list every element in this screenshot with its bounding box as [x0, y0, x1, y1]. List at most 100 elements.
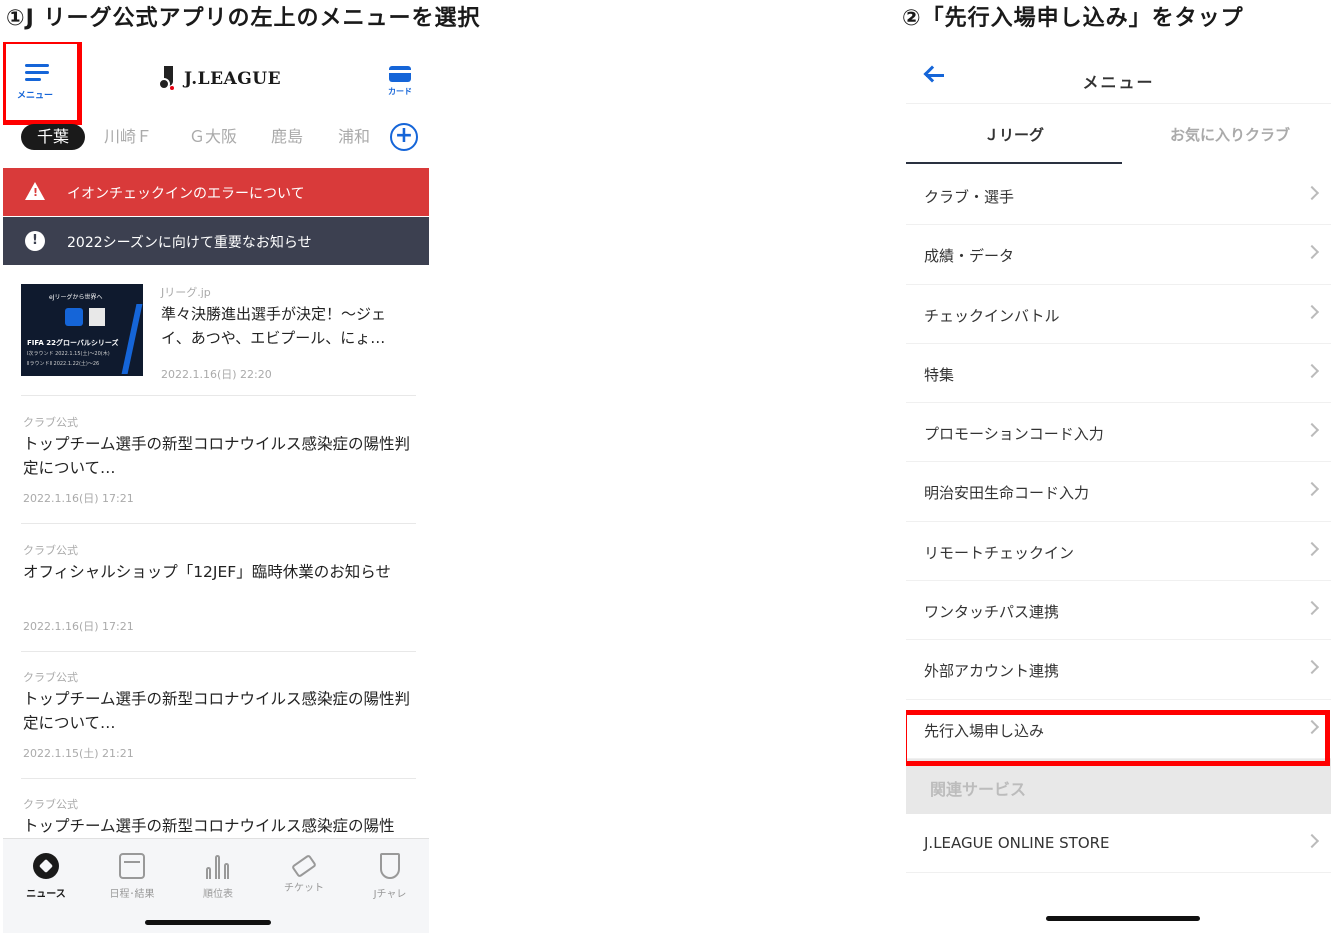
- alert-notice-text: 2022シーズンに向けて重要なお知らせ: [67, 235, 312, 251]
- nav-label: 順位表: [203, 889, 233, 900]
- highlight-box: [3, 42, 82, 125]
- news-source: クラブ公式: [23, 544, 78, 557]
- app-header: メニュー J.LEAGUE カード: [3, 42, 429, 125]
- nav-label: チケット: [284, 883, 324, 894]
- page-title: メニュー: [1082, 73, 1155, 92]
- menu-item-checkin-battle[interactable]: チェックインバトル: [906, 285, 1331, 344]
- tab-indicator: [906, 162, 1122, 164]
- news-screen: メニュー J.LEAGUE カード 千葉 川崎Ｆ Ｇ大阪 鹿島 浦和 + イオン…: [3, 42, 429, 933]
- jleague-logo: J.LEAGUE: [158, 66, 281, 92]
- nav-schedule[interactable]: 日程･結果: [97, 853, 167, 900]
- alert-error[interactable]: イオンチェックインのエラーについて: [3, 168, 429, 216]
- soccer-ball-icon: [33, 853, 59, 879]
- menu-item-meiji-code[interactable]: 明治安田生命コード入力: [906, 462, 1331, 522]
- menu-item-promo-code[interactable]: プロモーションコード入力: [906, 403, 1331, 463]
- logo-text: J.LEAGUE: [184, 69, 282, 89]
- add-club-button[interactable]: +: [390, 123, 418, 151]
- menu-item-label: 成績・データ: [924, 247, 1015, 266]
- chevron-right-icon: [1304, 660, 1320, 675]
- chevron-right-icon: [1304, 185, 1320, 201]
- chevron-right-icon: [1304, 245, 1320, 260]
- club-tab-kawasaki[interactable]: 川崎Ｆ: [104, 124, 152, 150]
- menu-item-stats[interactable]: 成績・データ: [906, 225, 1331, 285]
- news-title: トップチーム選手の新型コロナウイルス感染症の陽性判定について…: [23, 690, 411, 732]
- news-title: オフィシャルショップ「12JEF」臨時休業のお知らせ: [23, 563, 391, 581]
- card-button[interactable]: カード: [385, 66, 415, 102]
- card-label: カード: [388, 87, 412, 96]
- menu-item-external-account[interactable]: 外部アカウント連携: [906, 640, 1331, 700]
- jleague-mark-icon: [158, 66, 180, 92]
- news-title: トップチーム選手の新型コロナウイルス感染症の陽性: [23, 817, 395, 835]
- chevron-right-icon: [1304, 601, 1320, 616]
- info-icon: !: [25, 231, 45, 251]
- ticket-icon: [290, 853, 318, 879]
- menu-item-feature[interactable]: 特集: [906, 344, 1331, 404]
- nav-ticket[interactable]: チケット: [269, 853, 339, 894]
- menu-item-label: リモートチェックイン: [924, 543, 1075, 562]
- news-date: 2022.1.16(日) 17:21: [23, 492, 134, 505]
- ranking-icon: [205, 853, 231, 879]
- menu-item-remote-checkin[interactable]: リモートチェックイン: [906, 522, 1331, 582]
- menu-item-online-store[interactable]: J.LEAGUE ONLINE STORE: [906, 814, 1331, 874]
- thumb-text: FIFA 22グローバルシリーズ: [27, 339, 119, 347]
- chevron-right-icon: [1304, 363, 1320, 378]
- chevron-right-icon: [1304, 541, 1320, 556]
- tab-favorite-club[interactable]: お気に入りクラブ: [1122, 124, 1331, 145]
- menu-item-label: ワンタッチパス連携: [924, 603, 1060, 622]
- menu-list: クラブ・選手 成績・データ チェックインバトル 特集 プロモーションコード入力 …: [906, 166, 1331, 874]
- nav-jchallenge[interactable]: Jチャレ: [355, 853, 425, 900]
- nav-label: 日程･結果: [109, 889, 155, 900]
- section-header: 関連サービス: [906, 758, 1331, 814]
- warning-icon: [25, 182, 45, 202]
- club-tabs: 千葉 川崎Ｆ Ｇ大阪 鹿島 浦和 +: [3, 120, 429, 154]
- news-date: 2022.1.16(日) 17:21: [23, 620, 134, 633]
- home-indicator: [1046, 916, 1200, 921]
- nav-news[interactable]: ニュース: [11, 853, 81, 900]
- nav-label: Jチャレ: [373, 889, 407, 900]
- news-source: Jリーグ.jp: [161, 286, 211, 299]
- news-source: クラブ公式: [23, 671, 78, 684]
- fifa-shield-icon: [65, 308, 83, 326]
- club-tab-chiba[interactable]: 千葉: [21, 124, 86, 150]
- club-tab-gamba[interactable]: Ｇ大阪: [189, 124, 237, 150]
- decor-stripe: [121, 304, 143, 374]
- chevron-right-icon: [1304, 304, 1320, 319]
- home-indicator: [145, 920, 271, 925]
- menu-item-club-player[interactable]: クラブ・選手: [906, 166, 1331, 226]
- news-item[interactable]: クラブ公式 トップチーム選手の新型コロナウイルス感染症の陽性判定について… 20…: [21, 651, 416, 779]
- thumb-text: eJリーグから世界へ: [49, 294, 103, 301]
- menu-header: メニュー: [906, 42, 1331, 104]
- news-source: クラブ公式: [23, 798, 78, 811]
- step2-caption: ②「先行入場申し込み」をタップ: [902, 6, 1244, 31]
- news-item[interactable]: クラブ公式 オフィシャルショップ「12JEF」臨時休業のお知らせ 2022.1.…: [21, 524, 416, 652]
- section-header-label: 関連サービス: [930, 779, 1027, 799]
- menu-item-label: クラブ・選手: [924, 188, 1015, 206]
- alert-error-text: イオンチェックインのエラーについて: [67, 186, 305, 202]
- menu-item-label: チェックインバトル: [924, 306, 1060, 325]
- news-item[interactable]: クラブ公式 トップチーム選手の新型コロナウイルス感染症の陽性判定について… 20…: [21, 396, 416, 524]
- step1-caption: ①J リーグ公式アプリの左上のメニューを選択: [6, 6, 481, 31]
- nav-label: ニュース: [26, 889, 66, 900]
- card-icon: [389, 66, 411, 82]
- menu-item-label: プロモーションコード入力: [924, 425, 1104, 444]
- chevron-right-icon: [1304, 482, 1320, 497]
- alert-notice[interactable]: ! 2022シーズンに向けて重要なお知らせ: [3, 217, 429, 265]
- menu-item-label: J.LEAGUE ONLINE STORE: [924, 833, 1110, 852]
- news-featured[interactable]: eJリーグから世界へ FIFA 22グローバルシリーズ Ⅰ次ラウンド 2022.…: [21, 282, 416, 396]
- bottom-nav: ニュース 日程･結果 順位表 チケット Jチャレ: [3, 838, 429, 933]
- chevron-right-icon: [1304, 423, 1320, 438]
- nav-standings[interactable]: 順位表: [183, 853, 253, 900]
- menu-item-onetouch-pass[interactable]: ワンタッチパス連携: [906, 581, 1331, 641]
- calendar-icon: [119, 853, 145, 879]
- highlight-box: [906, 710, 1330, 766]
- chevron-right-icon: [1304, 833, 1320, 849]
- news-source: クラブ公式: [23, 416, 78, 429]
- menu-item-label: 特集: [924, 365, 955, 384]
- menu-item-label: 外部アカウント連携: [924, 662, 1060, 681]
- club-tab-kashima[interactable]: 鹿島: [271, 124, 303, 150]
- tab-jleague[interactable]: Ｊリーグ: [906, 124, 1122, 145]
- club-tab-urawa[interactable]: 浦和: [338, 124, 370, 150]
- menu-item-label: 明治安田生命コード入力: [924, 484, 1090, 503]
- cygames-logo-icon: [89, 308, 105, 326]
- thumb-text: ⅡラウンドⅡ 2022.1.22(土)〜26: [27, 361, 100, 367]
